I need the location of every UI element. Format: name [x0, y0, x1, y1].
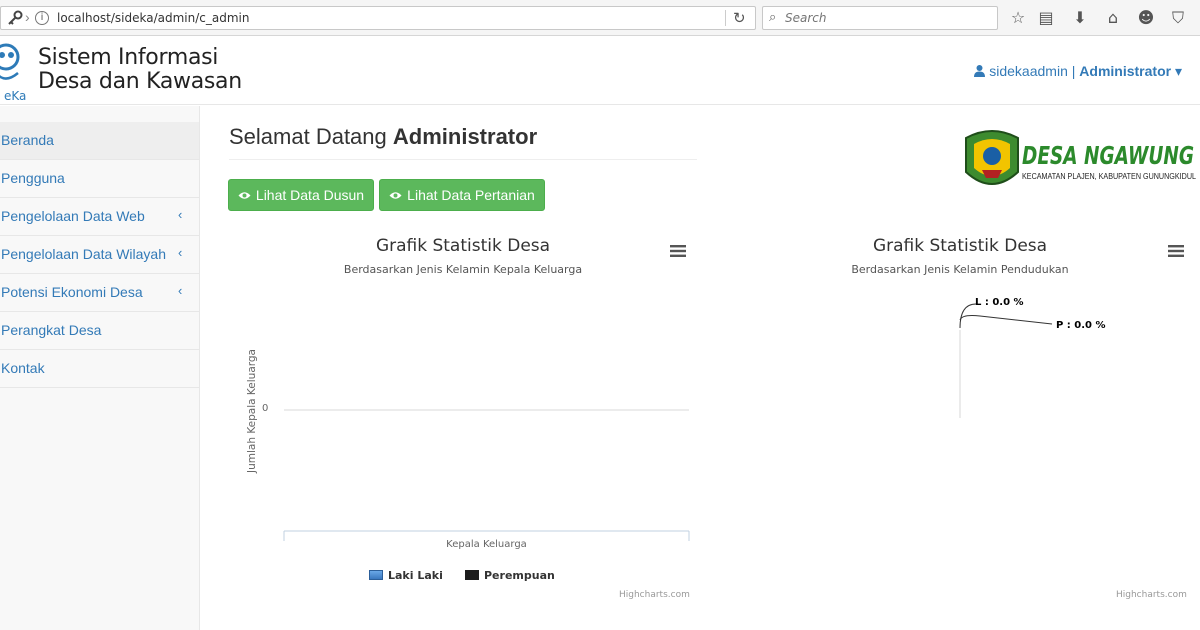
home-icon[interactable]: ⌂: [1103, 8, 1123, 28]
sidebar-item-label: Pengelolaan Data Wilayah: [1, 246, 166, 262]
brand-line-2: Desa dan Kawasan: [38, 69, 242, 94]
sidebar: Beranda Pengguna Pengelolaan Data Web ‹ …: [0, 106, 200, 630]
desa-emblem-icon: [965, 130, 1019, 185]
reload-icon[interactable]: ↻: [733, 9, 746, 27]
eye-icon: [238, 192, 251, 199]
caret-down-icon: ▾: [1174, 63, 1182, 79]
pocket-icon[interactable]: ⛉: [1168, 8, 1188, 28]
chart-1-y-axis-label: Jumlah Kepala Keluarga: [246, 349, 258, 473]
sideka-logo-icon[interactable]: eKa: [0, 39, 28, 103]
sidebar-item-label: Potensi Ekonomi Desa: [1, 284, 143, 300]
legend-item-perempuan[interactable]: Perempuan: [465, 569, 555, 582]
chart-2-menu-icon[interactable]: [1168, 244, 1184, 258]
dropdown-arrow-icon[interactable]: ›: [25, 9, 30, 25]
bookmark-star-icon[interactable]: ☆: [1008, 8, 1028, 28]
user-name: sidekaadmin: [989, 63, 1068, 79]
welcome-prefix: Selamat Datang: [229, 124, 387, 149]
divider: [725, 10, 726, 26]
legend-item-laki-laki[interactable]: Laki Laki: [369, 569, 443, 582]
legend-label: Perempuan: [484, 569, 555, 582]
smiley-icon[interactable]: ☻: [1136, 8, 1156, 28]
legend-swatch-perempuan: [465, 570, 479, 580]
eye-icon: [389, 192, 402, 199]
button-label: Lihat Data Dusun: [255, 187, 365, 203]
sidebar-item-perangkat-desa[interactable]: Perangkat Desa: [0, 312, 199, 350]
sidebar-item-label: Pengelolaan Data Web: [1, 208, 145, 224]
chart-2-title: Grafik Statistik Desa: [872, 236, 1048, 256]
desa-name: DESA NGAWUNG: [1022, 141, 1194, 170]
legend-label: Laki Laki: [388, 569, 443, 582]
user-menu[interactable]: sidekaadmin | Administrator ▾: [974, 63, 1182, 80]
brand-line-1: Sistem Informasi: [38, 45, 219, 70]
sidebar-item-label: Perangkat Desa: [1, 322, 102, 338]
pie-label-l: L : 0.0 %: [975, 297, 1024, 308]
sidebar-item-potensi-ekonomi-desa[interactable]: Potensi Ekonomi Desa ‹: [0, 274, 199, 312]
desa-ngawung-logo: DESA NGAWUNG KECAMATAN PLAJEN, KABUPATEN…: [965, 130, 1196, 185]
reading-list-icon[interactable]: ▤: [1036, 8, 1056, 28]
chart-1-credits[interactable]: Highcharts.com: [619, 590, 690, 600]
chart-1-y-tick-label: 0: [262, 403, 269, 414]
chart-1-subtitle: Berdasarkan Jenis Kelamin Kepala Keluarg…: [343, 263, 583, 276]
page-title: Selamat Datang Administrator: [229, 124, 537, 150]
pie-connector-p: [959, 315, 1053, 325]
sidebar-item-label: Kontak: [1, 360, 45, 376]
chart-1-plot: [283, 409, 690, 541]
sidebar-item-pengguna[interactable]: Pengguna: [0, 160, 199, 198]
user-icon: [974, 65, 986, 77]
chart-2-plot: [959, 303, 1053, 418]
pie-label-p: P : 0.0 %: [1056, 320, 1106, 331]
logo-text: eKa: [4, 89, 26, 103]
legend-swatch-laki-laki: [369, 570, 383, 580]
url-text[interactable]: localhost/sideka/admin/c_admin: [57, 11, 249, 25]
chart-1-title: Grafik Statistik Desa: [375, 236, 551, 256]
address-bar[interactable]: › i localhost/sideka/admin/c_admin ↻: [0, 6, 756, 30]
desa-subtitle: KECAMATAN PLAJEN, KABUPATEN GUNUNGKIDUL: [1022, 171, 1196, 181]
divider: [229, 159, 697, 160]
chart-1-menu-icon[interactable]: [670, 244, 686, 258]
chevron-left-icon: ‹: [178, 245, 183, 260]
user-role: Administrator: [1079, 63, 1172, 79]
welcome-name: Administrator: [392, 124, 538, 149]
chart-1-x-axis-label: Kepala Keluarga: [446, 539, 527, 550]
chevron-left-icon: ‹: [178, 283, 183, 298]
chart-2-credits[interactable]: Highcharts.com: [1116, 590, 1187, 600]
search-icon: ⌕: [769, 10, 777, 25]
sidebar-item-label: Beranda: [1, 132, 54, 148]
user-separator: |: [1071, 63, 1076, 79]
brand-title[interactable]: Sistem Informasi Desa dan Kawasan: [38, 46, 242, 94]
browser-toolbar: › i localhost/sideka/admin/c_admin ↻ ⌕ ☆…: [0, 0, 1200, 36]
app-header: eKa Sistem Informasi Desa dan Kawasan si…: [0, 37, 1200, 105]
sidebar-item-kontak[interactable]: Kontak: [0, 350, 199, 388]
sidebar-item-pengelolaan-data-wilayah[interactable]: Pengelolaan Data Wilayah ‹: [0, 236, 199, 274]
key-icon: [8, 10, 23, 25]
sidebar-item-beranda[interactable]: Beranda: [0, 122, 199, 160]
download-icon[interactable]: ⬇: [1070, 8, 1090, 28]
sidebar-item-pengelolaan-data-web[interactable]: Pengelolaan Data Web ‹: [0, 198, 199, 236]
info-icon[interactable]: i: [35, 11, 49, 25]
lihat-data-pertanian-button[interactable]: Lihat Data Pertanian: [379, 179, 545, 211]
lihat-data-dusun-button[interactable]: Lihat Data Dusun: [228, 179, 374, 211]
sidebar-item-label: Pengguna: [1, 170, 65, 186]
browser-search[interactable]: ⌕: [762, 6, 998, 30]
chevron-left-icon: ‹: [178, 207, 183, 222]
search-input[interactable]: [785, 9, 985, 27]
button-label: Lihat Data Pertanian: [407, 187, 535, 203]
chart-2-subtitle: Berdasarkan Jenis Kelamin Pendudukan: [851, 263, 1069, 276]
